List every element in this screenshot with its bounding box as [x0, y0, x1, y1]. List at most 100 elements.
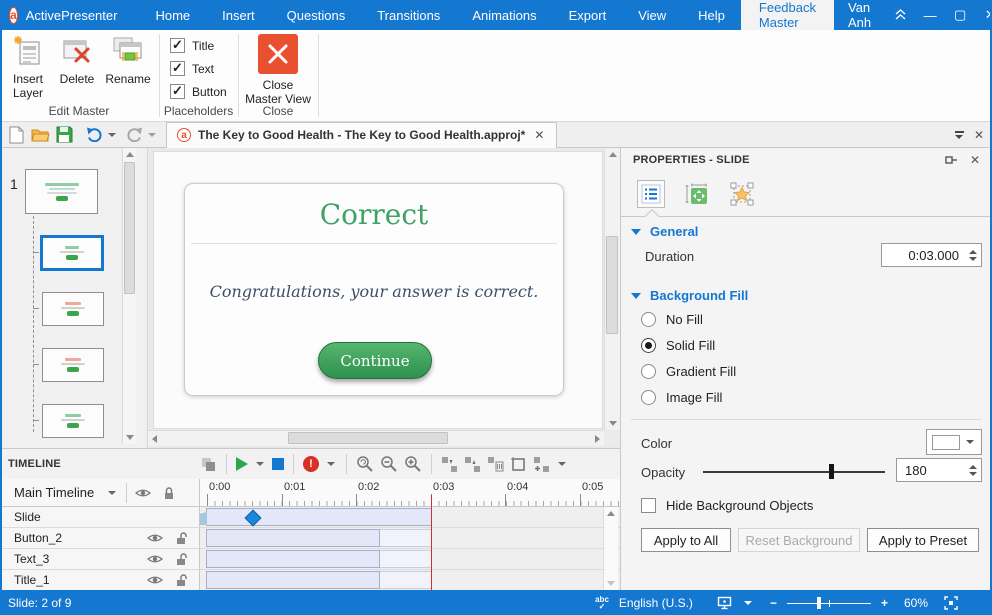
slides-scrollbar-thumb[interactable]: [124, 162, 135, 294]
scroll-right-icon[interactable]: [595, 435, 600, 443]
continue-button[interactable]: Continue: [318, 342, 432, 379]
color-picker-dropdown[interactable]: [926, 429, 982, 455]
layout-thumbnail-incorrect-2[interactable]: [42, 348, 104, 382]
unlock-icon[interactable]: [175, 552, 189, 566]
gradient-fill-option[interactable]: Gradient Fill: [641, 364, 736, 379]
spin-down-icon[interactable]: [969, 257, 977, 261]
canvas-horizontal-scrollbar[interactable]: [148, 430, 604, 446]
solid-fill-radio[interactable]: [641, 338, 656, 353]
object-bar[interactable]: [206, 550, 380, 568]
more-tools-dropdown-icon[interactable]: [558, 462, 566, 466]
opacity-slider[interactable]: [703, 471, 885, 473]
no-fill-option[interactable]: No Fill: [641, 312, 703, 327]
visibility-icon[interactable]: [147, 532, 163, 544]
menu-insert[interactable]: Insert: [206, 0, 271, 30]
zoom-out-minus[interactable]: −: [770, 596, 777, 610]
master-slide-thumbnail[interactable]: [25, 169, 98, 214]
save-button[interactable]: [52, 124, 76, 146]
fit-to-window-icon[interactable]: [944, 596, 958, 610]
menu-transitions[interactable]: Transitions: [361, 0, 456, 30]
feedback-card[interactable]: Correct Congratulations, your answer is …: [184, 183, 564, 396]
minimize-button[interactable]: —: [915, 0, 945, 30]
scroll-up-icon[interactable]: [607, 511, 615, 516]
redo-dropdown-icon[interactable]: [148, 133, 156, 137]
opacity-spinbox[interactable]: 180: [896, 458, 982, 482]
zoom-in-plus[interactable]: +: [881, 596, 888, 610]
lock-column-icon[interactable]: [163, 486, 175, 500]
redo-button[interactable]: [122, 124, 146, 146]
menu-home[interactable]: Home: [139, 0, 206, 30]
layout-thumbnail-complete[interactable]: [42, 404, 104, 438]
image-fill-option[interactable]: Image Fill: [641, 390, 722, 405]
background-fill-section-header[interactable]: Background Fill: [631, 288, 748, 303]
insert-time-icon[interactable]: [441, 456, 458, 473]
playhead-marker[interactable]: [431, 495, 432, 591]
all-timelines-icon[interactable]: [200, 456, 217, 473]
properties-close-icon[interactable]: ✕: [970, 153, 980, 167]
title-checkbox[interactable]: [170, 38, 185, 53]
solid-fill-option[interactable]: Solid Fill: [641, 338, 715, 353]
visibility-icon[interactable]: [147, 553, 163, 565]
canvas-vertical-scrollbar[interactable]: [604, 148, 620, 430]
layout-thumbnail-correct-selected[interactable]: [40, 235, 104, 271]
visibility-icon[interactable]: [147, 574, 163, 586]
tab-list-icon[interactable]: [955, 131, 964, 139]
tab-interactivity[interactable]: [728, 180, 756, 208]
spellcheck-icon[interactable]: abc✓: [595, 596, 609, 610]
stop-button[interactable]: [272, 458, 284, 470]
duration-spinbox[interactable]: 0:03.000: [881, 243, 982, 267]
button-checkbox[interactable]: [170, 84, 185, 99]
rename-layer-button[interactable]: Rename: [102, 34, 154, 86]
track-selector-dropdown-icon[interactable]: [108, 491, 116, 495]
scroll-up-icon[interactable]: [609, 152, 617, 157]
timeline-scrollbar[interactable]: [603, 507, 618, 590]
preview-display-icon[interactable]: [717, 596, 732, 610]
unlock-icon[interactable]: [175, 573, 189, 587]
apply-to-preset-button[interactable]: Apply to Preset: [867, 528, 979, 552]
slide-editing-surface[interactable]: Correct Congratulations, your answer is …: [153, 151, 603, 429]
language-selector[interactable]: English (U.S.): [619, 596, 693, 610]
gradient-fill-radio[interactable]: [641, 364, 656, 379]
scroll-left-icon[interactable]: [152, 435, 157, 443]
zoom-slider-thumb[interactable]: [817, 597, 821, 609]
transition-diamond-marker[interactable]: [245, 510, 262, 527]
slide-duration-bar[interactable]: [206, 508, 432, 526]
canvas-hscroll-thumb[interactable]: [288, 432, 448, 444]
tab-bar-close-icon[interactable]: ✕: [974, 128, 984, 142]
delete-time-icon[interactable]: [464, 456, 481, 473]
zoom-slider[interactable]: [787, 597, 871, 609]
scroll-down-icon[interactable]: [609, 421, 617, 426]
placeholder-text-checkbox-row[interactable]: Text: [170, 61, 214, 76]
close-master-view-button[interactable]: Close Master View: [243, 34, 313, 106]
spin-up-icon[interactable]: [969, 465, 977, 469]
object-bar[interactable]: [206, 529, 380, 547]
general-section-header[interactable]: General: [631, 224, 698, 239]
zoom-in-icon[interactable]: [404, 455, 422, 473]
scroll-down-icon[interactable]: [126, 435, 134, 440]
scroll-up-icon[interactable]: [126, 152, 134, 157]
text-checkbox[interactable]: [170, 61, 185, 76]
menu-view[interactable]: View: [622, 0, 682, 30]
menu-feedback-master-active[interactable]: Feedback Master: [741, 0, 834, 30]
display-dropdown-icon[interactable]: [744, 601, 752, 605]
no-fill-radio[interactable]: [641, 312, 656, 327]
menu-animations[interactable]: Animations: [456, 0, 552, 30]
tab-slide-properties[interactable]: [637, 180, 665, 208]
hide-background-objects-row[interactable]: Hide Background Objects: [641, 498, 813, 513]
undo-button[interactable]: [82, 124, 106, 146]
placeholder-button-checkbox-row[interactable]: Button: [170, 84, 227, 99]
open-project-button[interactable]: [28, 124, 52, 146]
spin-down-icon[interactable]: [969, 472, 977, 476]
insert-layer-button[interactable]: Insert Layer: [4, 34, 52, 100]
object-bar[interactable]: [206, 571, 380, 589]
split-icon[interactable]: [533, 456, 550, 473]
unlock-icon[interactable]: [175, 531, 189, 545]
layout-thumbnail-incorrect-1[interactable]: [42, 292, 104, 326]
record-dropdown-icon[interactable]: [327, 462, 335, 466]
delete-layer-button[interactable]: Delete: [54, 34, 100, 86]
image-fill-radio[interactable]: [641, 390, 656, 405]
zoom-out-icon[interactable]: [380, 455, 398, 473]
visibility-column-icon[interactable]: [135, 487, 151, 499]
opacity-slider-thumb[interactable]: [829, 464, 834, 479]
apply-to-all-button[interactable]: Apply to All: [641, 528, 731, 552]
